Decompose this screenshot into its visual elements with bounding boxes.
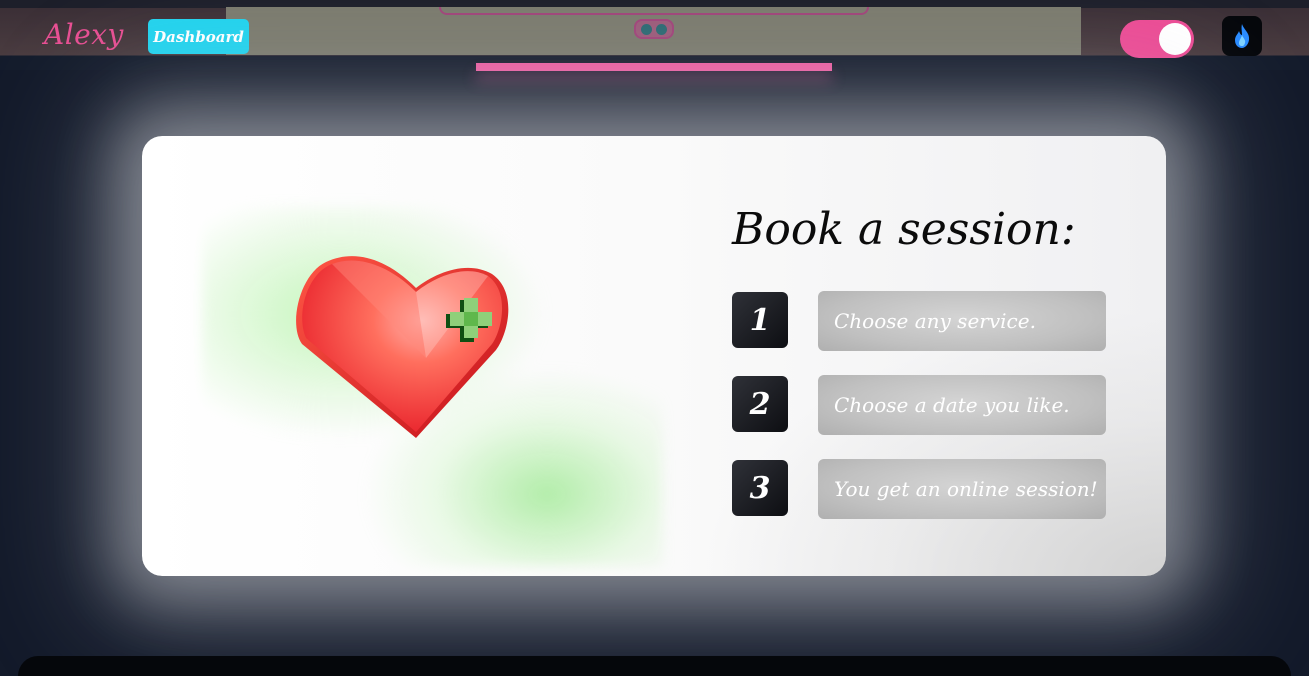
carousel-dot[interactable]	[656, 23, 667, 35]
site-logo[interactable]: Alexy	[44, 18, 124, 51]
toggle-knob	[1159, 23, 1191, 55]
theme-toggle[interactable]	[1120, 20, 1194, 58]
booking-step: 1 Choose any service.	[732, 291, 1106, 351]
step-number-badge: 3	[732, 460, 788, 516]
booking-step: 2 Choose a date you like.	[732, 375, 1106, 435]
step-description[interactable]: Choose any service.	[818, 291, 1106, 351]
heart-with-plus-icon	[296, 256, 509, 438]
step-number-badge: 1	[732, 292, 788, 348]
footer-edge	[18, 656, 1291, 676]
dashboard-button[interactable]: Dashboard	[148, 19, 249, 54]
step-description[interactable]: Choose a date you like.	[818, 375, 1106, 435]
carousel-dots[interactable]	[634, 19, 674, 39]
flame-icon	[1235, 24, 1250, 48]
booking-title: Book a session:	[732, 204, 1076, 255]
booking-step: 3 You get an online session!	[732, 459, 1106, 519]
flame-button[interactable]	[1222, 16, 1262, 56]
booking-card: Book a session: 1 Choose any service. 2 …	[142, 136, 1166, 576]
active-indicator-bar	[476, 63, 832, 71]
step-description[interactable]: You get an online session!	[818, 459, 1106, 519]
carousel-dot[interactable]	[641, 23, 652, 35]
hero-preview-frame	[439, 7, 869, 15]
step-number-badge: 2	[732, 376, 788, 432]
